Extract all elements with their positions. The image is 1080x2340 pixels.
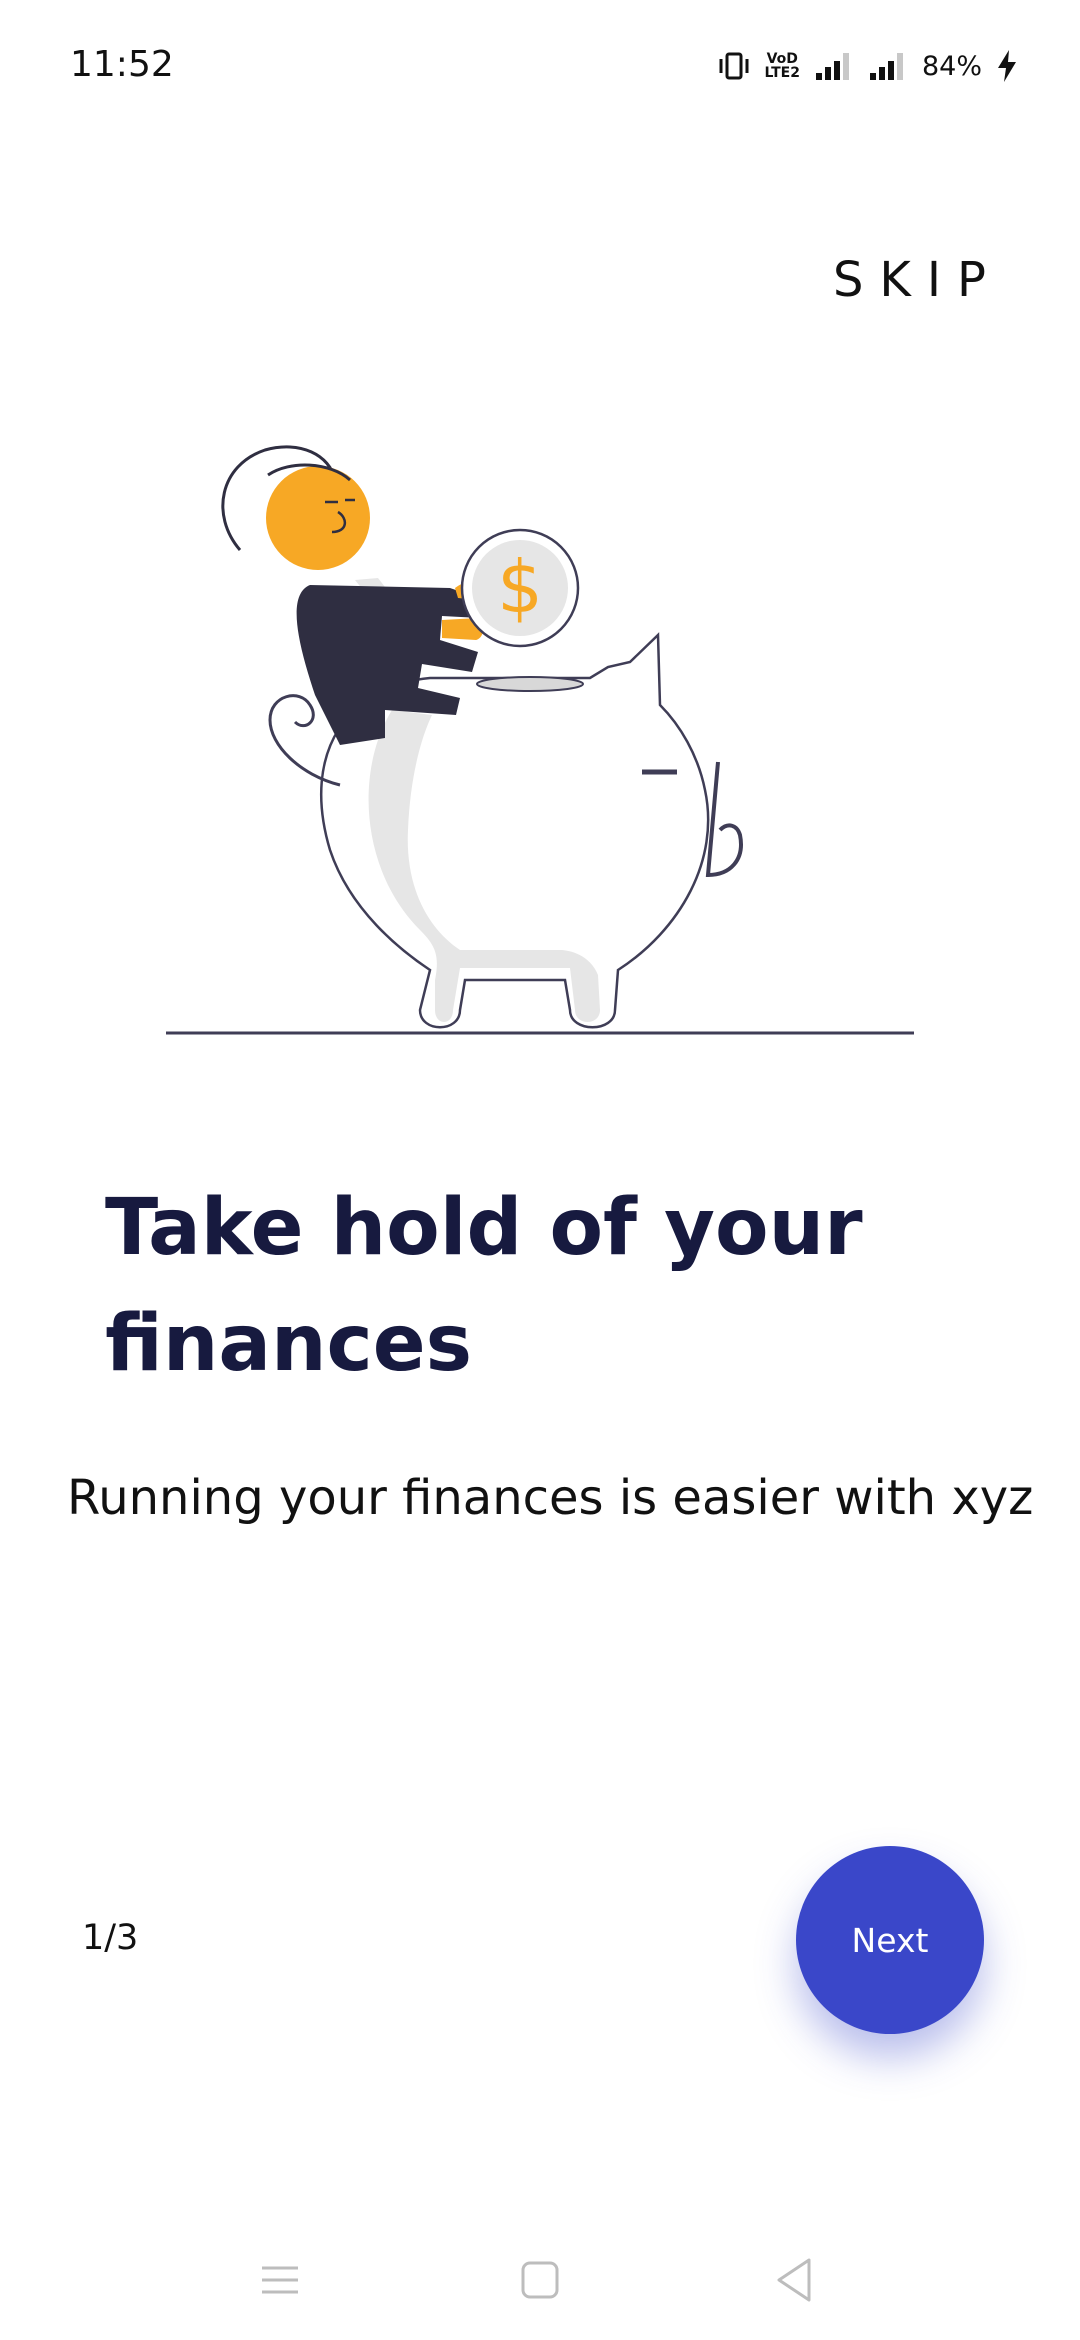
page-indicator: 1/3 (82, 1918, 139, 1958)
page-subtitle: Running your finances is easier with xyz (67, 1470, 1034, 1526)
vibrate-icon (717, 51, 751, 81)
skip-button[interactable]: SKIP (833, 252, 1002, 308)
navigation-bar (0, 2230, 1080, 2340)
page-title: Take hold of your finances (105, 1183, 863, 1389)
next-button[interactable]: Next (796, 1846, 984, 2034)
status-icons: VoD LTE2 84% (717, 46, 1018, 86)
charging-icon (996, 49, 1018, 83)
volte-icon: VoD LTE2 (765, 52, 800, 80)
home-icon[interactable] (510, 2250, 570, 2310)
back-icon[interactable] (765, 2250, 825, 2310)
battery-percent: 84% (921, 50, 982, 82)
menu-icon[interactable] (250, 2250, 310, 2310)
signal-icon (868, 51, 908, 81)
coin-symbol: $ (497, 545, 543, 629)
status-time: 11:52 (70, 44, 174, 85)
signal-icon (814, 51, 854, 81)
volte-label-top: VoD (766, 51, 798, 67)
volte-label-bottom: LTE2 (764, 65, 800, 81)
status-bar: 11:52 VoD LTE2 84% (0, 0, 1080, 130)
piggy-bank-illustration: $ (160, 420, 920, 1040)
